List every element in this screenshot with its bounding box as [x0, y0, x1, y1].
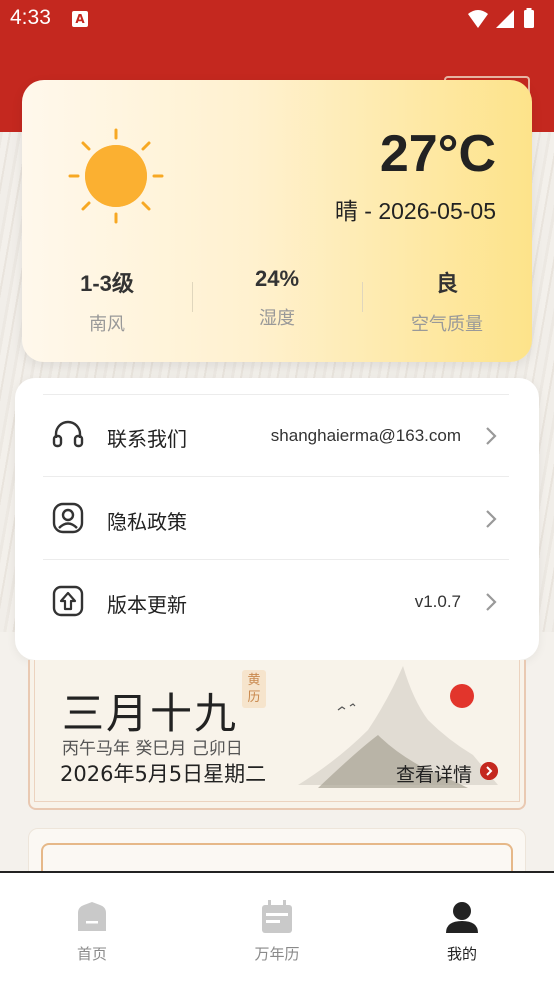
air-quality-stat: 良 空气质量 — [372, 266, 522, 336]
settings-menu-card: 联系我们 shanghaierma@163.com 隐私政策 版本更新 v1.0… — [15, 378, 539, 660]
menu-label: 版本更新 — [107, 593, 187, 617]
wifi-icon — [468, 10, 488, 28]
nav-label: 我的 — [446, 945, 477, 963]
humidity-value: 24% — [254, 266, 300, 291]
status-icons — [468, 8, 534, 28]
signal-icon — [496, 10, 514, 28]
contact-email: shanghaierma@163.com — [270, 426, 461, 445]
nav-item-profile[interactable]: 我的 — [370, 873, 554, 984]
humidity-stat: 24% 湿度 — [202, 266, 352, 330]
menu-item-contact[interactable]: 联系我们 shanghaierma@163.com — [43, 395, 509, 477]
bottom-navigation: 首页 万年历 我的 — [0, 871, 554, 984]
chevron-right-icon — [486, 593, 497, 611]
huangli-badge: 黄历 — [242, 670, 266, 708]
status-bar: 4:33 A — [0, 0, 554, 38]
menu-item-update[interactable]: 版本更新 v1.0.7 — [43, 561, 509, 643]
wind-label: 南风 — [89, 314, 125, 335]
status-time: 4:33 — [10, 6, 51, 29]
nav-item-home[interactable]: 首页 — [0, 873, 184, 984]
air-quality-value: 良 — [435, 271, 458, 296]
nav-label: 首页 — [76, 945, 107, 963]
menu-label: 联系我们 — [107, 427, 187, 451]
nav-item-calendar[interactable]: 万年历 — [185, 873, 369, 984]
shield-user-icon — [52, 502, 84, 534]
chevron-right-icon — [486, 510, 497, 528]
upload-icon — [52, 585, 84, 617]
humidity-label: 湿度 — [259, 308, 295, 329]
air-quality-label: 空气质量 — [411, 314, 483, 335]
stat-divider — [192, 282, 193, 312]
gregorian-date: 2026年5月5日星期二 — [60, 762, 267, 786]
arrow-right-circle-icon[interactable] — [480, 762, 498, 780]
sun-icon — [68, 128, 164, 224]
home-icon — [78, 902, 106, 931]
wind-value: 1-3级 — [80, 271, 134, 296]
menu-item-privacy[interactable]: 隐私政策 — [43, 478, 509, 560]
wind-stat: 1-3级 南风 — [32, 266, 182, 336]
stat-divider — [362, 282, 363, 312]
menu-label: 隐私政策 — [107, 510, 187, 534]
nav-label: 万年历 — [254, 945, 300, 963]
temperature: 27°C — [379, 125, 496, 183]
almanac-card[interactable]: 三月十九 黄历 丙午马年 癸巳月 己卯日 2026年5月5日星期二 查看详情 — [28, 660, 526, 810]
version-number: v1.0.7 — [414, 592, 461, 611]
battery-icon — [524, 10, 534, 28]
weather-card: 27°C 晴 - 2026-05-05 1-3级 南风 24% 湿度 良 空气质… — [22, 80, 532, 362]
calendar-icon — [262, 900, 292, 933]
chevron-right-icon — [486, 427, 497, 445]
weather-description: 晴 - 2026-05-05 — [334, 198, 496, 224]
lunar-date: 三月十九 — [62, 689, 239, 738]
view-detail-link[interactable]: 查看详情 — [396, 760, 472, 787]
headset-icon — [52, 420, 84, 448]
ganzhi-date: 丙午马年 癸巳月 己卯日 — [62, 739, 243, 759]
notification-icon: A — [72, 11, 88, 27]
profile-icon — [446, 902, 478, 933]
